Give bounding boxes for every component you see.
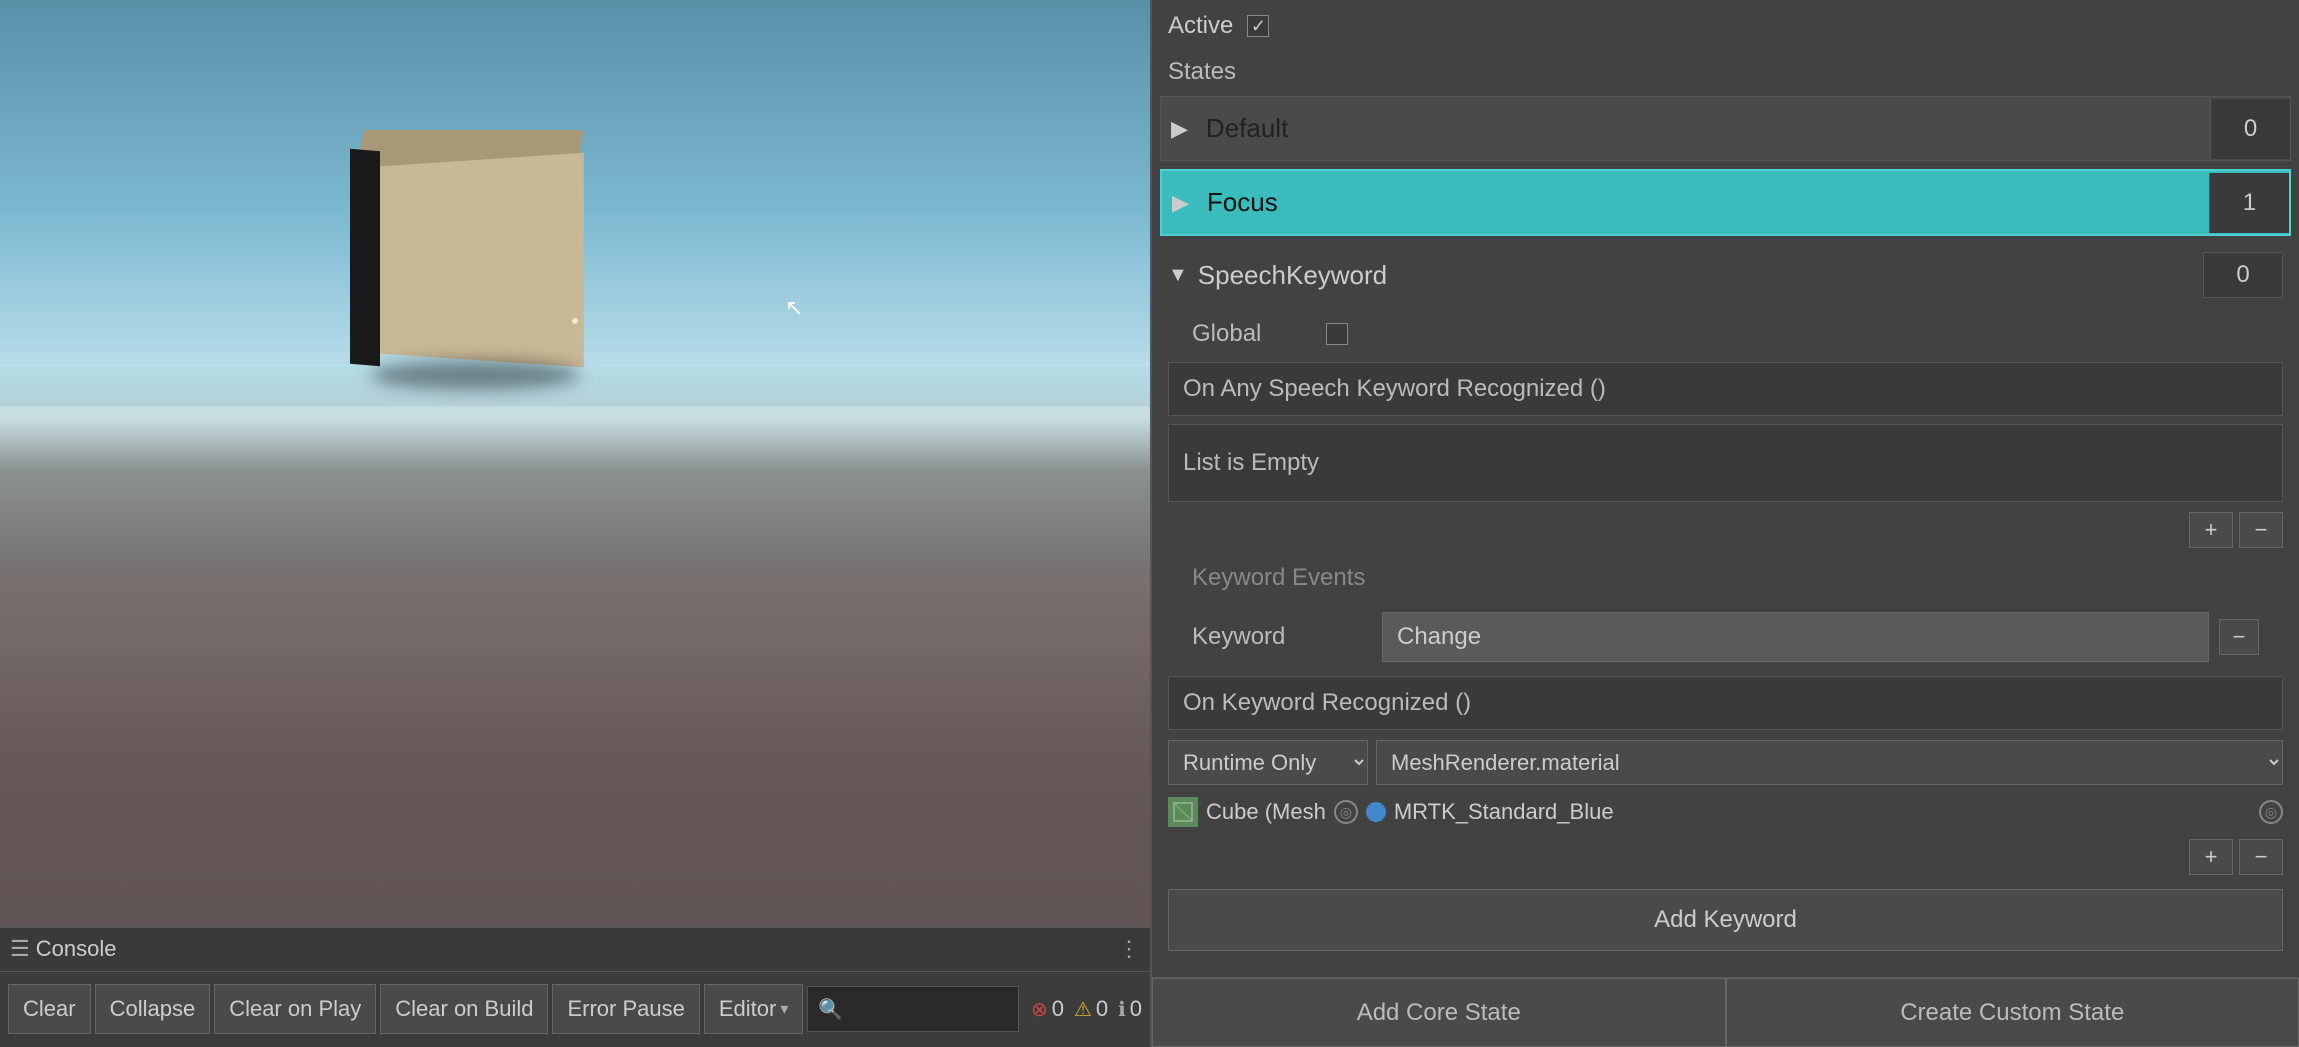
speech-keyword-title: SpeechKeyword — [1198, 260, 2193, 291]
main-area: ↖ Active ✓ States ▶ Default 0 ▶ Focus 1 — [0, 0, 2299, 1047]
scene-view: ↖ — [0, 0, 1150, 1047]
console-title: Console — [36, 936, 117, 962]
info-icon: ℹ — [1118, 997, 1126, 1022]
warning-icon: ⚠ — [1074, 997, 1092, 1022]
keyword-add-minus-row: + − — [1152, 833, 2299, 881]
keyword-entry-remove-btn[interactable]: − — [2239, 839, 2283, 875]
runtime-select[interactable]: Runtime Only — [1168, 740, 1368, 785]
info-count: ℹ 0 — [1118, 996, 1142, 1022]
clear-btn[interactable]: Clear — [8, 984, 91, 1034]
list-empty-row: List is Empty — [1168, 424, 2283, 502]
viewport-center-dot — [572, 318, 578, 324]
search-icon: 🔍 — [818, 997, 843, 1022]
state-row-default[interactable]: ▶ Default 0 — [1160, 96, 2291, 161]
console-toolbar: Clear Collapse Clear on Play Clear on Bu… — [0, 972, 1150, 1047]
checkmark-icon: ✓ — [1251, 16, 1266, 37]
error-pause-btn[interactable]: Error Pause — [552, 984, 699, 1034]
runtime-row: Runtime Only MeshRenderer.material — [1152, 734, 2299, 791]
add-core-state-btn[interactable]: Add Core State — [1152, 978, 1726, 1047]
add-keyword-btn[interactable]: Add Keyword — [1168, 889, 2283, 951]
search-input[interactable] — [851, 998, 1008, 1021]
states-label: States — [1152, 52, 2299, 92]
clear-on-play-btn[interactable]: Clear on Play — [214, 984, 376, 1034]
console-area: ☰ Console ⋮ Clear Collapse Clear on Play… — [0, 927, 1150, 1047]
clear-on-build-btn[interactable]: Clear on Build — [380, 984, 548, 1034]
editor-btn[interactable]: Editor ▾ — [704, 984, 804, 1034]
cube-object — [350, 130, 580, 350]
cube-shadow — [370, 360, 580, 390]
keyword-row: Keyword Change − — [1152, 602, 2299, 672]
speech-keyword-event-label: On Any Speech Keyword Recognized () — [1183, 375, 1606, 402]
active-label: Active — [1168, 12, 1233, 40]
list-empty-text: List is Empty — [1183, 449, 1319, 476]
material-name-text: MRTK_Standard_Blue — [1394, 799, 2251, 825]
speech-keyword-event-row: On Any Speech Keyword Recognized () — [1168, 362, 2283, 416]
object-icon — [1168, 797, 1198, 827]
inspector-panel: Active ✓ States ▶ Default 0 ▶ Focus 1 ▼ … — [1150, 0, 2299, 1047]
keyword-events-label: Keyword Events — [1152, 554, 2299, 602]
state-arrow-default: ▶ — [1161, 116, 1198, 142]
material-target-icon[interactable]: ◎ — [2259, 800, 2283, 824]
speech-keyword-header[interactable]: ▼ SpeechKeyword 0 — [1152, 240, 2299, 310]
state-name-focus: Focus — [1199, 171, 2209, 234]
speech-keyword-value: 0 — [2203, 252, 2283, 298]
material-row: MRTK_Standard_Blue ◎ — [1366, 799, 2283, 825]
material-dot — [1366, 802, 1386, 822]
speech-keyword-add-remove: + − — [1152, 506, 2299, 554]
mesh-renderer-select[interactable]: MeshRenderer.material — [1376, 740, 2283, 785]
object-target-icon[interactable]: ◎ — [1334, 800, 1358, 824]
error-count-value: 0 — [1052, 996, 1064, 1022]
info-count-value: 0 — [1130, 996, 1142, 1022]
speech-keyword-remove-btn[interactable]: − — [2239, 512, 2283, 548]
warning-count: ⚠ 0 — [1074, 996, 1108, 1022]
state-row-focus[interactable]: ▶ Focus 1 — [1160, 169, 2291, 236]
console-menu-icon[interactable]: ⋮ — [1118, 936, 1140, 962]
object-name-text: Cube (Mesh — [1206, 799, 1326, 825]
state-arrow-focus: ▶ — [1162, 190, 1199, 216]
active-row: Active ✓ — [1152, 0, 2299, 52]
error-icon: ⊗ — [1031, 997, 1048, 1022]
cube-left-face — [350, 149, 380, 367]
scene-canvas[interactable]: ↖ — [0, 0, 1150, 1047]
console-header: ☰ Console ⋮ — [0, 928, 1150, 972]
warning-count-value: 0 — [1096, 996, 1108, 1022]
state-name-default: Default — [1198, 97, 2210, 160]
global-label: Global — [1192, 320, 1312, 348]
active-checkbox[interactable]: ✓ — [1247, 15, 1269, 37]
speech-keyword-add-btn[interactable]: + — [2189, 512, 2233, 548]
keyword-value-box[interactable]: Change — [1382, 612, 2209, 662]
mouse-cursor: ↖ — [785, 295, 805, 319]
editor-dropdown-arrow: ▾ — [780, 999, 788, 1019]
editor-label: Editor — [719, 996, 776, 1022]
search-box: 🔍 — [807, 986, 1019, 1032]
speech-keyword-arrow: ▼ — [1168, 264, 1188, 287]
global-checkbox[interactable] — [1326, 323, 1348, 345]
keyword-remove-btn[interactable]: − — [2219, 619, 2259, 655]
on-keyword-row: On Keyword Recognized () — [1168, 676, 2283, 730]
on-keyword-label: On Keyword Recognized () — [1183, 689, 1471, 716]
object-row: Cube (Mesh ◎ MRTK_Standard_Blue ◎ — [1152, 791, 2299, 833]
collapse-btn[interactable]: Collapse — [95, 984, 211, 1034]
log-counts: ⊗ 0 ⚠ 0 ℹ 0 — [1031, 996, 1142, 1022]
keyword-value-text: Change — [1397, 623, 1481, 650]
keyword-entry-add-btn[interactable]: + — [2189, 839, 2233, 875]
cube-front-face — [380, 153, 584, 368]
create-custom-state-btn[interactable]: Create Custom State — [1726, 978, 2299, 1047]
bottom-buttons: Add Core State Create Custom State — [1152, 977, 2299, 1047]
error-count: ⊗ 0 — [1031, 996, 1064, 1022]
state-value-focus: 1 — [2209, 173, 2289, 233]
console-list-icon: ☰ — [10, 936, 30, 962]
keyword-field-label: Keyword — [1192, 623, 1372, 651]
global-property-row: Global — [1152, 310, 2299, 358]
state-value-default: 0 — [2210, 99, 2290, 159]
